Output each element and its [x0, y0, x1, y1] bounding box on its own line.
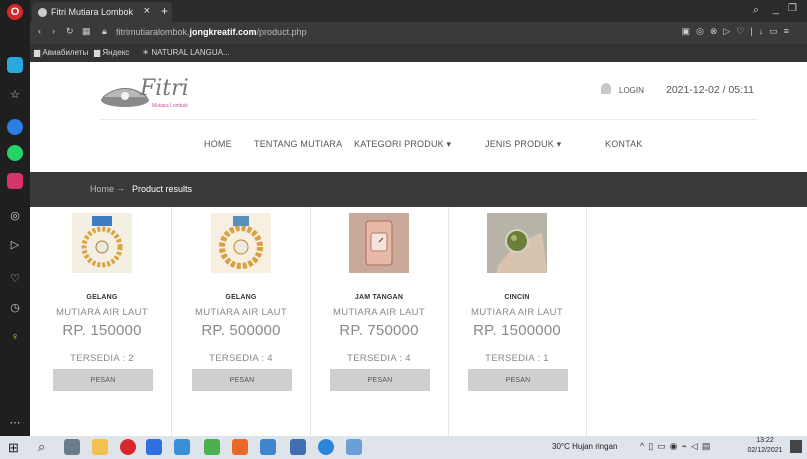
breadcrumb-home[interactable]: Home	[90, 184, 114, 194]
pesan-button[interactable]: PESAN	[468, 369, 568, 391]
favicon-icon	[38, 7, 47, 17]
watch-image[interactable]	[349, 213, 409, 273]
product-category: JAM TANGAN	[354, 294, 404, 301]
product-card: JAM TANGAN MUTIARA AIR LAUT RP. 750000 T…	[310, 207, 449, 436]
opera-taskbar-icon[interactable]	[120, 439, 136, 455]
pesan-button[interactable]: PESAN	[53, 369, 153, 391]
back-icon[interactable]: ‹	[38, 26, 41, 36]
flow-icon[interactable]: ▷	[7, 236, 23, 252]
tab-bar: Fitri Mutiara Lombok × + ⌕ _ ❐	[30, 0, 807, 22]
file-explorer-icon[interactable]	[92, 439, 108, 455]
lock-icon: 🔒︎	[102, 26, 107, 36]
product-price: RP. 1500000	[473, 322, 561, 339]
url-field[interactable]: fitrimutiaralombok.jongkreatif.com/produ…	[116, 27, 307, 37]
product-subtitle: MUTIARA AIR LAUT	[471, 307, 563, 318]
product-subtitle: MUTIARA AIR LAUT	[333, 307, 425, 318]
app-icon[interactable]	[146, 439, 162, 455]
whatsapp-icon[interactable]	[7, 145, 23, 161]
ring-image[interactable]	[487, 213, 547, 273]
app-icon[interactable]	[232, 439, 248, 455]
clock-time[interactable]: 13:22	[748, 437, 782, 444]
reload-icon[interactable]: ↻	[66, 26, 74, 37]
weather-text[interactable]: 30°C Hujan ringan	[552, 442, 617, 451]
browser-sidebar: O ☆ ◎ ▷ ♡ ◷ ♀ ⋯	[0, 0, 30, 459]
product-category: CINCIN	[504, 294, 530, 301]
address-bar: ‹ › ↻ ▦ 🔒︎ fitrimutiaralombok.jongkreati…	[30, 22, 807, 44]
app-icon[interactable]	[260, 439, 276, 455]
heart-icon[interactable]: ♡	[7, 270, 23, 286]
product-stock: TERSEDIA : 4	[347, 353, 411, 364]
minimize-icon[interactable]: _	[773, 3, 779, 15]
bookmark-item[interactable]: ▆ Авиабилеты	[34, 48, 88, 57]
instagram-icon[interactable]	[7, 173, 23, 189]
history-icon[interactable]: ◷	[7, 299, 23, 315]
nav-kategori-produk[interactable]: KATEGORI PRODUK ▾	[354, 139, 451, 150]
product-card: GELANG MUTIARA AIR LAUT RP. 500000 TERSE…	[172, 207, 311, 436]
app-icon[interactable]	[346, 439, 362, 455]
product-stock: TERSEDIA : 1	[485, 353, 549, 364]
word-icon[interactable]	[290, 439, 306, 455]
product-card: CINCIN MUTIARA AIR LAUT RP. 1500000 TERS…	[448, 207, 587, 436]
opera-logo-icon[interactable]: O	[7, 4, 23, 20]
excel-icon[interactable]	[204, 439, 220, 455]
home-icon[interactable]	[7, 57, 23, 73]
bookmarks-bar: ▆ Авиабилеты ▆ Яндекс ☀ NATURAL LANGUA..…	[30, 44, 807, 62]
bookmark-item[interactable]: ▆ Яндекс	[94, 48, 129, 57]
nav-kontak[interactable]: KONTAK	[605, 139, 643, 149]
speed-dial-icon[interactable]: ▦	[82, 26, 91, 37]
nav-tentang-mutiara[interactable]: TENTANG MUTIARA	[254, 139, 342, 149]
bracelet-image[interactable]	[211, 213, 271, 273]
telegram-icon[interactable]	[174, 439, 190, 455]
product-stock: TERSEDIA : 2	[70, 353, 134, 364]
nav-jenis-produk[interactable]: JENIS PRODUK ▾	[485, 139, 561, 150]
more-icon[interactable]: ⋯	[7, 414, 23, 430]
camera-app-icon[interactable]	[64, 439, 80, 455]
nav-home[interactable]: HOME	[204, 139, 232, 149]
bracelet-image[interactable]	[72, 213, 132, 273]
pesan-button[interactable]: PESAN	[330, 369, 430, 391]
toolbar-icons[interactable]: ▣◎⊗▷♡|↓▭≡	[682, 26, 795, 37]
logo-subtitle: Mutiara Lombok	[152, 103, 188, 109]
breadcrumb-arrow-icon: →	[116, 183, 125, 193]
user-icon[interactable]	[601, 83, 611, 94]
web-page: Fitri Mutiara Lombok LOGIN 2021-12-02 / …	[30, 62, 807, 436]
restore-icon[interactable]: ❐	[788, 3, 797, 14]
browser-tab[interactable]: Fitri Mutiara Lombok × +	[32, 2, 172, 22]
pesan-button[interactable]: PESAN	[192, 369, 292, 391]
messenger-icon[interactable]	[7, 119, 23, 135]
product-price: RP. 150000	[62, 322, 142, 339]
bookmark-item[interactable]: ☀ NATURAL LANGUA...	[142, 48, 230, 57]
clock-date[interactable]: 02/12/2021	[746, 447, 784, 454]
forward-icon[interactable]: ›	[52, 26, 55, 36]
site-header: Fitri Mutiara Lombok LOGIN 2021-12-02 / …	[30, 62, 807, 170]
search-tabs-icon[interactable]: ⌕	[753, 4, 759, 17]
product-card: GELANG MUTIARA AIR LAUT RP. 150000 TERSE…	[33, 207, 172, 436]
player-icon[interactable]: ◎	[7, 207, 23, 223]
product-price: RP. 750000	[339, 322, 419, 339]
pin-icon[interactable]: ♀	[7, 329, 23, 345]
breadcrumb: Home → Product results	[30, 172, 807, 207]
site-logo[interactable]: Fitri Mutiara Lombok	[100, 76, 220, 112]
tab-title: Fitri Mutiara Lombok	[51, 7, 134, 17]
datetime-text: 2021-12-02 / 05:11	[666, 84, 754, 96]
new-tab-button[interactable]: +	[161, 4, 168, 18]
product-subtitle: MUTIARA AIR LAUT	[195, 307, 287, 318]
product-category: GELANG	[86, 294, 118, 301]
notification-icon[interactable]	[790, 440, 802, 453]
product-price: RP. 500000	[201, 322, 281, 339]
search-icon[interactable]: ⌕	[38, 439, 45, 455]
star-icon[interactable]: ☆	[7, 86, 23, 102]
product-subtitle: MUTIARA AIR LAUT	[56, 307, 148, 318]
tab-close-icon[interactable]: ×	[144, 5, 150, 17]
logo-text: Fitri	[140, 76, 189, 101]
product-stock: TERSEDIA : 4	[209, 353, 273, 364]
header-divider	[100, 119, 758, 120]
product-category: GELANG	[225, 294, 257, 301]
login-link[interactable]: LOGIN	[619, 86, 644, 95]
app-icon[interactable]	[318, 439, 334, 455]
start-icon[interactable]: ⊞	[8, 440, 19, 456]
windows-taskbar: ⊞ ⌕ 30°C Hujan ringan ^▯▭◉⌁◁▤ 13:22 02/1…	[0, 436, 807, 459]
breadcrumb-current: Product results	[132, 184, 193, 194]
tray-icons[interactable]: ^▯▭◉⌁◁▤	[640, 441, 714, 452]
